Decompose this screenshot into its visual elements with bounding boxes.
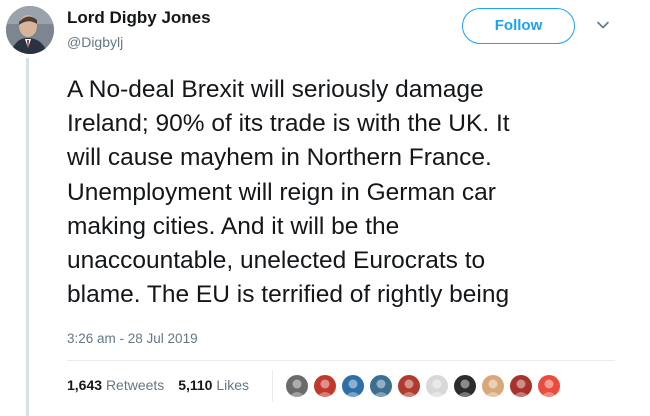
profile-photo-icon [373,379,389,397]
stats-divider [67,360,615,361]
retweet-count: 1,643 [67,377,103,393]
tweet-text-line: unaccountable, unelected Eurocrats to [67,247,486,275]
liker-avatar-9[interactable] [508,373,534,399]
stats-separator [272,370,273,402]
profile-photo-icon [513,379,529,397]
retweets-stat[interactable]: 1,643 Retweets [67,377,164,393]
profile-photo-icon [345,379,361,397]
retweet-label: Retweets [105,377,165,393]
like-label: Likes [216,377,250,393]
profile-photo-icon [457,379,473,397]
author-display-name[interactable]: Lord Digby Jones [67,8,211,28]
thread-connector-line [26,58,29,416]
likes-stat[interactable]: 5,110 Likes [178,377,249,393]
liker-avatar-6[interactable] [424,373,450,399]
tweet-text-line: Ireland; 90% of its trade is with the UK… [67,110,510,138]
tweet-stats: 1,643 Retweets 5,110 Likes [67,377,259,393]
liker-avatar-2[interactable] [312,373,338,399]
liker-avatar-4[interactable] [368,373,394,399]
profile-photo-icon [401,379,417,397]
liker-avatar-10[interactable] [536,373,562,399]
liker-avatar-7[interactable] [452,373,478,399]
profile-photo-icon [6,6,54,54]
tweet-timestamp[interactable]: 3:26 am - 28 Jul 2019 [67,331,198,346]
liker-avatar-5[interactable] [396,373,422,399]
tweet-text-line: will cause mayhem in Northern France. [67,144,492,172]
tweet-text-line: blame. The EU is terrified of rightly be… [67,281,510,309]
liker-avatar-3[interactable] [340,373,366,399]
profile-photo-icon [289,379,305,397]
profile-photo-icon [541,379,557,397]
chevron-down-icon[interactable] [596,18,610,32]
tweet-text: A No-deal Brexit will seriously damage I… [67,73,642,312]
tweet-text-line: making cities. And it will be the [67,212,400,240]
author-info: Lord Digby Jones @Digbylj [67,8,211,51]
profile-photo-icon [317,379,333,397]
author-avatar[interactable] [6,6,54,54]
liker-avatar-1[interactable] [284,373,310,399]
like-count: 5,110 [178,377,213,393]
profile-photo-icon [429,379,445,397]
profile-photo-icon [485,379,501,397]
follow-button[interactable]: Follow [462,8,575,44]
liker-avatar-8[interactable] [480,373,506,399]
tweet-text-line: A No-deal Brexit will seriously damage [67,76,484,103]
author-handle[interactable]: @Digbylj [67,33,211,51]
tweet-text-line: Unemployment will reign in German car [67,178,496,206]
